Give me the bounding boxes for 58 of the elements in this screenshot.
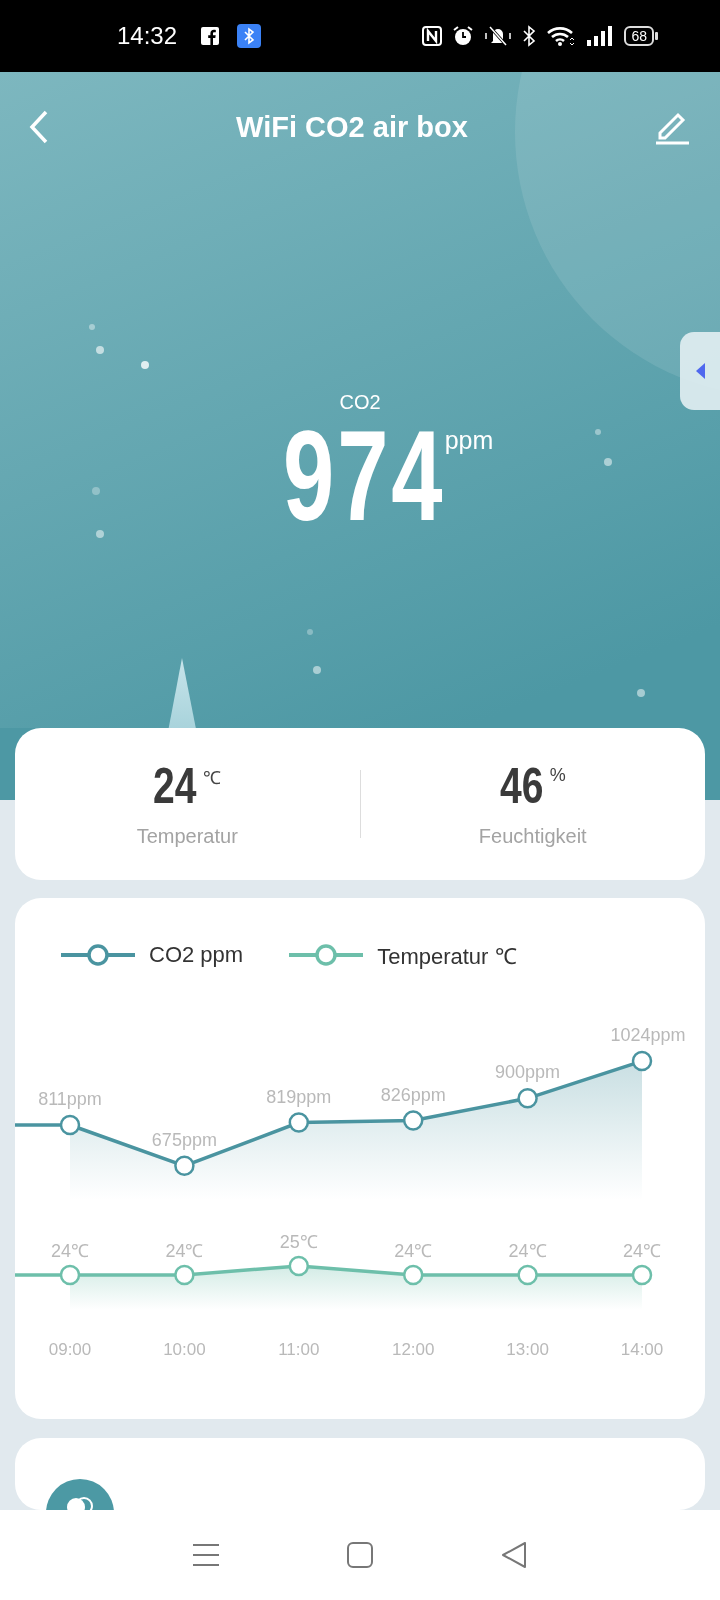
- axis-label: 11:00: [278, 1340, 320, 1359]
- data-label: 826ppm: [380, 1084, 446, 1105]
- alarm-icon: [452, 25, 475, 47]
- mute-icon: [484, 25, 513, 47]
- page-title: WiFi CO2 air box: [235, 110, 469, 144]
- signal-icon: [586, 26, 615, 46]
- data-label: 24℃: [51, 1241, 89, 1261]
- data-label: 24℃: [394, 1241, 433, 1261]
- side-tab-button[interactable]: [680, 332, 720, 410]
- legend-line-icon: [289, 943, 364, 967]
- data-label: 675ppm: [151, 1129, 217, 1150]
- unit-label: %: [549, 764, 566, 786]
- home-icon[interactable]: [347, 1542, 373, 1568]
- data-point: [402, 1110, 424, 1131]
- wifi-icon: [546, 25, 577, 47]
- bluetooth-icon: [237, 24, 262, 48]
- reading-label: Temperatur: [136, 824, 238, 848]
- axis-label: 14:00: [620, 1340, 664, 1359]
- data-point: [174, 1264, 195, 1286]
- unit-label: ℃: [203, 766, 222, 789]
- data-label: 25℃: [279, 1232, 318, 1252]
- data-point: [402, 1264, 424, 1286]
- data-point: [631, 1050, 653, 1072]
- clock-time: 14:32: [117, 22, 178, 50]
- data-label: 1024ppm: [610, 1025, 686, 1046]
- nfc-icon: [422, 26, 443, 46]
- data-label: 24℃: [623, 1241, 661, 1261]
- data-point: [288, 1255, 310, 1277]
- axis-label: 12:00: [391, 1340, 435, 1359]
- data-point: [517, 1088, 538, 1109]
- data-label: 24℃: [165, 1241, 204, 1261]
- data-point: [59, 1114, 81, 1136]
- data-label: 24℃: [508, 1241, 547, 1261]
- data-label: 900ppm: [495, 1062, 561, 1083]
- unit-label: ppm: [444, 426, 494, 455]
- axis-label: 13:00: [506, 1340, 549, 1359]
- axis-label: 10:00: [163, 1340, 206, 1359]
- data-label: 819ppm: [266, 1086, 332, 1107]
- facebook-icon: [201, 27, 220, 45]
- reading-label: Feuchtigkeit: [478, 824, 587, 848]
- caret-icon: [694, 362, 706, 380]
- legend-line-icon: [61, 943, 135, 967]
- data-point: [174, 1155, 195, 1177]
- reading-value: 46: [499, 760, 545, 811]
- reading-value: 24: [153, 760, 198, 811]
- data-point: [288, 1112, 310, 1133]
- battery-indicator: 68: [624, 26, 658, 46]
- data-point: [631, 1264, 653, 1286]
- data-point: [59, 1264, 81, 1286]
- menu-icon[interactable]: [193, 1543, 219, 1567]
- legend-label: Temperatur ℃: [377, 943, 517, 970]
- data-point: [517, 1264, 538, 1286]
- data-label: 811ppm: [38, 1089, 102, 1109]
- bluetooth-icon: [522, 25, 537, 47]
- axis-label: 09:00: [48, 1340, 92, 1359]
- legend-label: CO2 ppm: [149, 942, 244, 968]
- back-icon[interactable]: [28, 110, 50, 144]
- back-icon[interactable]: [501, 1542, 527, 1568]
